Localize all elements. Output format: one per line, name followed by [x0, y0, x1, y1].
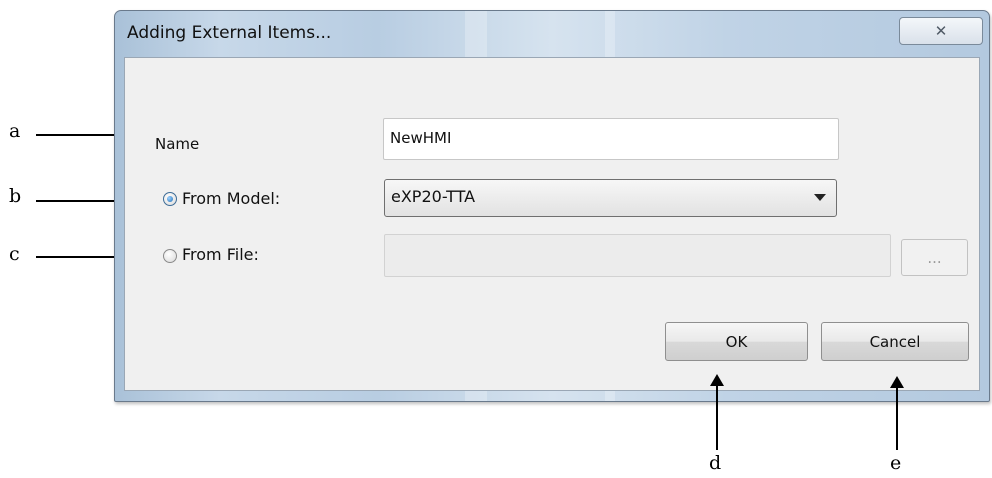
- cancel-button[interactable]: Cancel: [821, 322, 969, 361]
- annotation-d: d: [709, 452, 722, 474]
- browse-button[interactable]: ...: [901, 239, 968, 276]
- model-dropdown-value: eXP20-TTA: [391, 187, 476, 206]
- close-button[interactable]: ✕: [899, 17, 983, 45]
- file-path-input[interactable]: [384, 234, 891, 277]
- dialog-body: Name NewHMI From Model: eXP20-TTA From F…: [124, 57, 980, 391]
- model-dropdown[interactable]: eXP20-TTA: [384, 179, 837, 217]
- annotation-e: e: [890, 452, 902, 474]
- dialog-title: Adding External Items...: [127, 23, 332, 43]
- annotation-b: b: [9, 185, 22, 207]
- from-model-radio[interactable]: [163, 192, 177, 206]
- from-model-label[interactable]: From Model:: [182, 189, 280, 208]
- annotation-c: c: [9, 243, 20, 265]
- from-file-label[interactable]: From File:: [182, 245, 259, 264]
- radio-selected-dot: [167, 196, 173, 202]
- from-file-radio[interactable]: [163, 249, 177, 263]
- adding-external-items-dialog: Adding External Items... ✕ Name NewHMI F…: [114, 10, 990, 402]
- ok-button[interactable]: OK: [665, 322, 808, 361]
- close-x-icon: ✕: [934, 22, 948, 40]
- annotation-arrow-d: [710, 374, 724, 450]
- name-input[interactable]: NewHMI: [383, 118, 839, 160]
- chevron-down-icon: [814, 194, 826, 201]
- annotation-a: a: [9, 120, 21, 142]
- name-label: Name: [155, 135, 200, 153]
- annotation-arrow-e: [890, 376, 904, 450]
